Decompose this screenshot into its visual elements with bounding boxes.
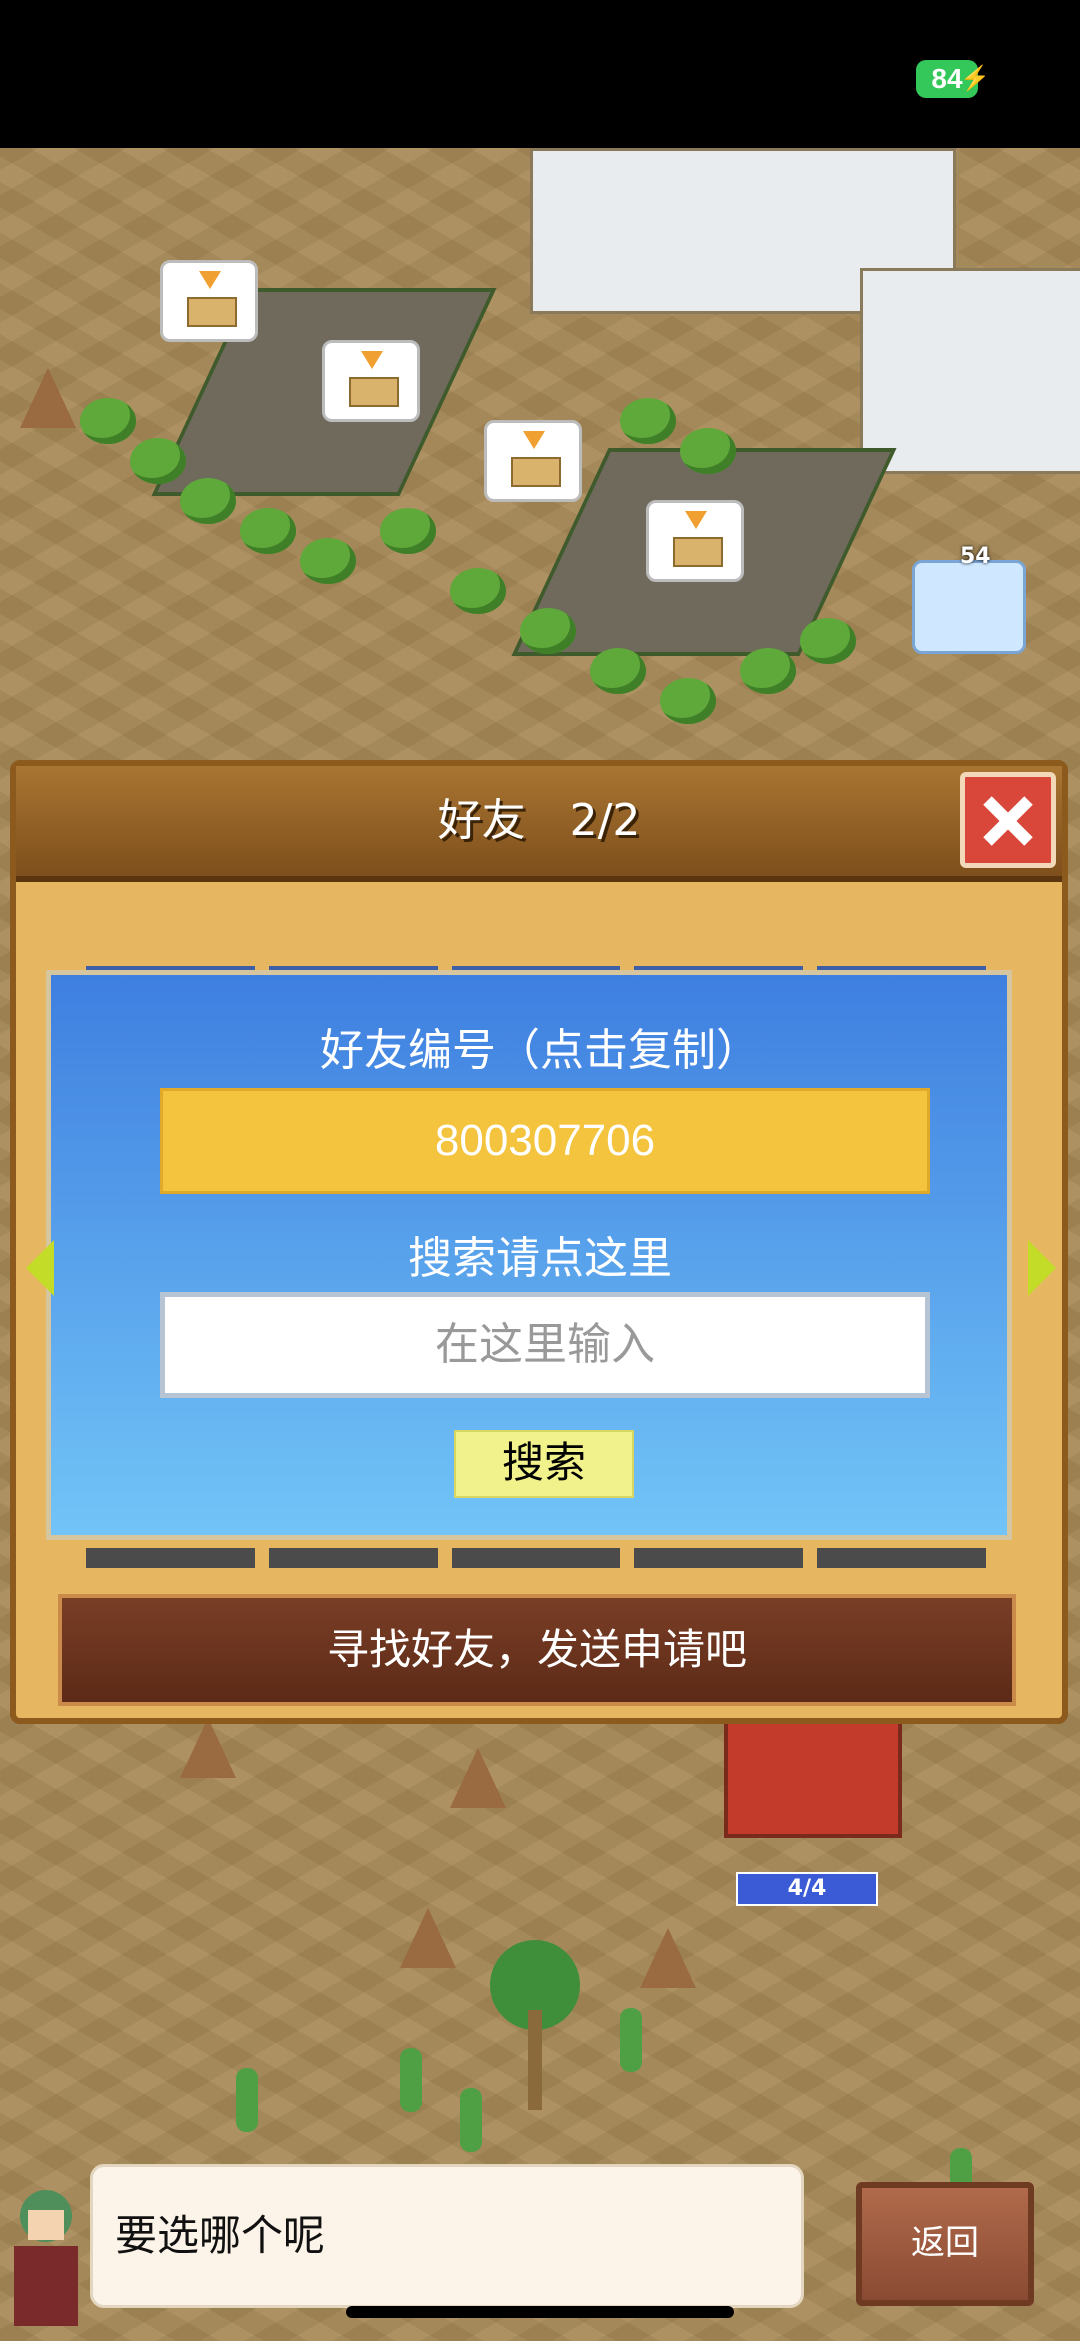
cactus	[236, 2068, 258, 2132]
crate-bubble[interactable]	[160, 260, 258, 342]
bush	[660, 678, 716, 724]
page-tab[interactable]	[451, 1548, 621, 1568]
crate-icon	[349, 377, 399, 407]
bush	[300, 538, 356, 584]
bush	[180, 478, 236, 524]
search-button[interactable]: 搜索	[454, 1430, 634, 1498]
charging-bolt-icon: ⚡	[960, 65, 990, 92]
ship-count: 54	[960, 544, 991, 569]
panel-bottom-tabs	[86, 1548, 986, 1568]
bush	[450, 568, 506, 614]
cactus	[460, 2088, 482, 2152]
friend-id-label: 好友编号（点击复制）	[320, 1025, 760, 1076]
battery-level: 84	[931, 63, 963, 94]
avatar-face	[28, 2210, 64, 2240]
arrow-right-icon[interactable]	[1028, 1240, 1056, 1296]
rock	[640, 1928, 696, 1988]
search-placeholder: 在这里输入	[435, 1319, 655, 1370]
avatar	[4, 2190, 84, 2330]
arrow-left-icon[interactable]	[26, 1240, 54, 1296]
cactus	[400, 2048, 422, 2112]
bush	[130, 438, 186, 484]
crate-icon	[511, 457, 561, 487]
page-tab[interactable]	[817, 1548, 986, 1568]
down-arrow-icon	[685, 511, 707, 529]
back-button[interactable]: 返回	[856, 2182, 1034, 2306]
page-tab[interactable]	[86, 1548, 255, 1568]
cactus	[620, 2008, 642, 2072]
dialog-header: 好友 2/2	[16, 766, 1062, 882]
bush	[800, 618, 856, 664]
battery-icon: 84 ⚡	[916, 60, 990, 98]
bush	[520, 608, 576, 654]
page-tab[interactable]	[268, 1548, 438, 1568]
down-arrow-icon	[199, 271, 221, 289]
shop-count: 4/4	[736, 1872, 878, 1906]
friend-id-field[interactable]: 800307706	[160, 1088, 930, 1194]
home-indicator[interactable]	[346, 2306, 734, 2318]
rock	[400, 1908, 456, 1968]
bush	[620, 398, 676, 444]
speech-bubble: 要选哪个呢	[90, 2164, 804, 2308]
bush	[240, 508, 296, 554]
page-tab[interactable]	[634, 1548, 804, 1568]
close-icon[interactable]	[960, 772, 1056, 868]
rock	[450, 1748, 506, 1808]
crate-icon	[673, 537, 723, 567]
bush	[590, 648, 646, 694]
building	[860, 268, 1080, 474]
crate-bubble[interactable]	[322, 340, 420, 422]
bush	[680, 428, 736, 474]
crate-bubble[interactable]	[646, 500, 744, 582]
down-arrow-icon	[361, 351, 383, 369]
find-friends-banner[interactable]: 寻找好友，发送申请吧	[58, 1594, 1016, 1706]
status-bar: 84 ⚡	[0, 0, 1080, 148]
bush	[740, 648, 796, 694]
crate-bubble[interactable]	[484, 420, 582, 502]
avatar-body	[14, 2246, 78, 2326]
palm-trunk	[528, 2010, 542, 2110]
bush	[380, 508, 436, 554]
crate-icon	[187, 297, 237, 327]
search-input[interactable]: 在这里输入	[160, 1292, 930, 1398]
ship-icon[interactable]	[912, 560, 1026, 654]
rock	[20, 368, 76, 428]
down-arrow-icon	[523, 431, 545, 449]
dialog-title: 好友 2/2	[437, 795, 641, 846]
bush	[80, 398, 136, 444]
rock	[180, 1718, 236, 1778]
search-label: 搜索请点这里	[408, 1233, 672, 1284]
